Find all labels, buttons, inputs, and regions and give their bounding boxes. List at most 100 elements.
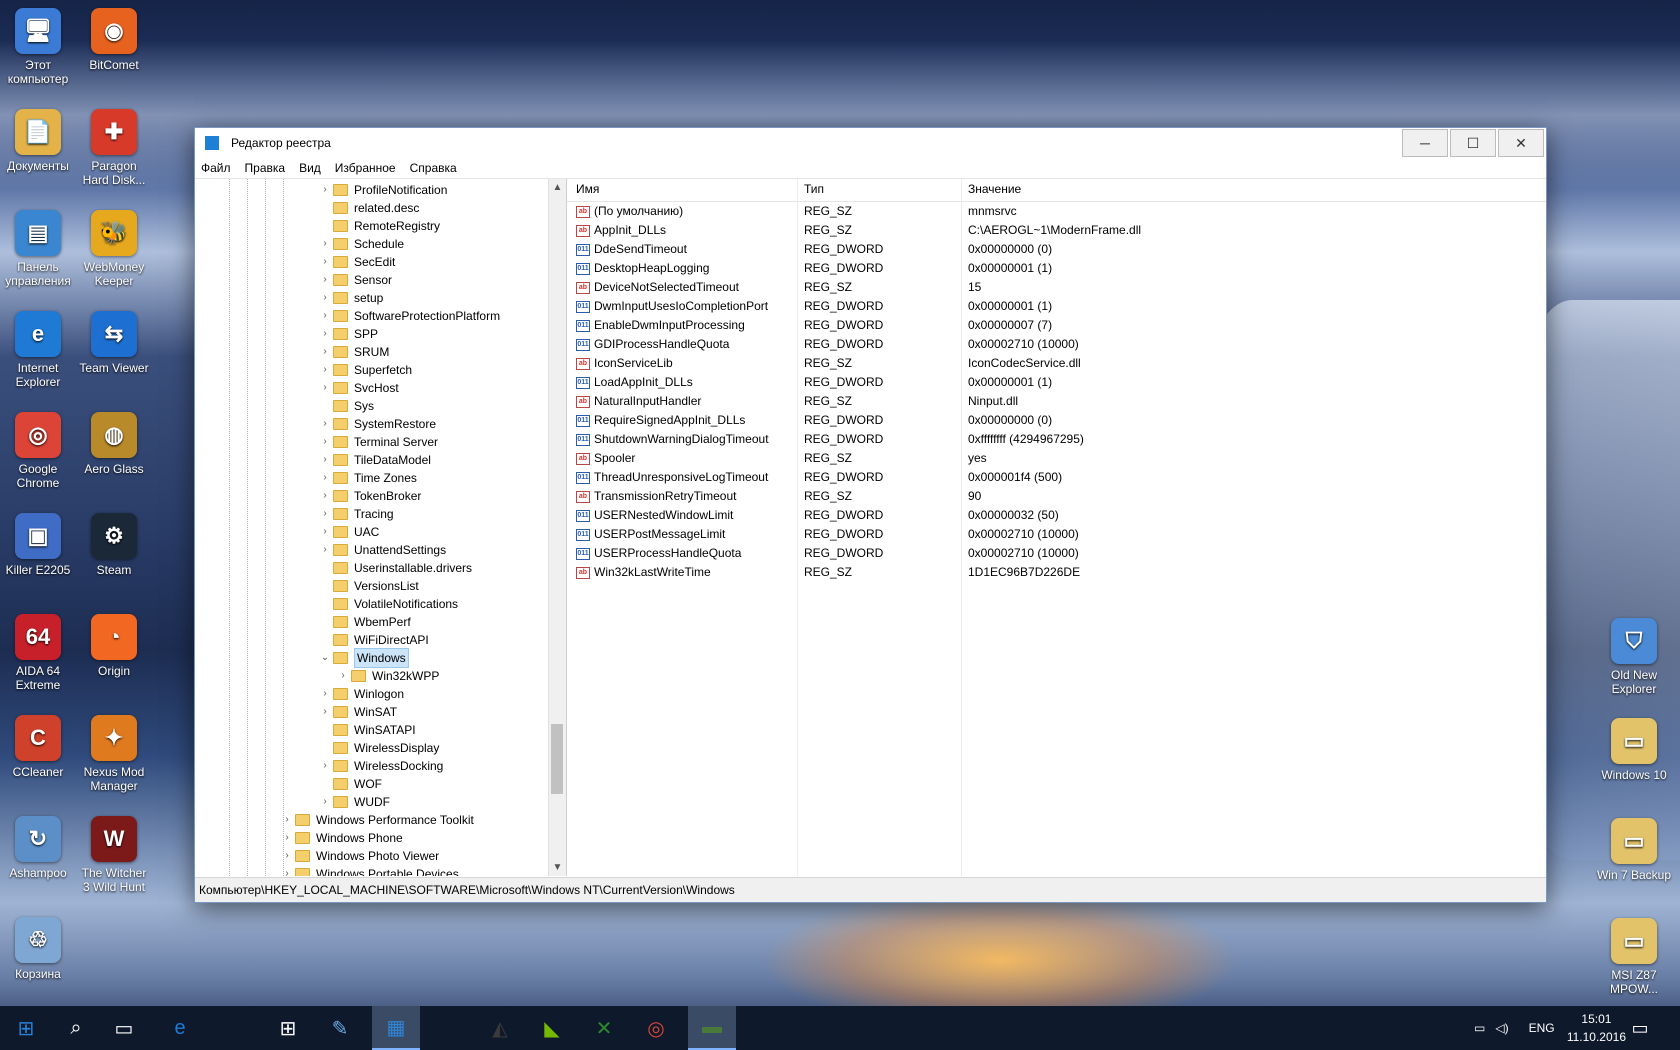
chevron-right-icon[interactable]: ›	[281, 868, 293, 876]
tree-node[interactable]: › SRUM	[319, 343, 389, 361]
table-row[interactable]: 011 DwmInputUsesIoCompletionPort REG_DWORD…	[567, 297, 1546, 316]
table-row[interactable]: ab AppInit_DLLs REG_SZ C:\AEROGL~1\ModernFr…	[567, 221, 1546, 240]
values-list[interactable]: Имя Тип Значение ab (По умолчанию) REG_SZ m…	[567, 179, 1546, 876]
tree-node[interactable]: Userinstallable.drivers	[319, 559, 472, 577]
table-row[interactable]: 011 USERNestedWindowLimit REG_DWORD 0x00000…	[567, 506, 1546, 525]
chevron-right-icon[interactable]: ›	[281, 814, 293, 826]
tree-node[interactable]: › Windows Photo Viewer	[281, 847, 439, 865]
desktop-icon[interactable]: ◉ BitComet	[76, 8, 152, 72]
chevron-right-icon[interactable]: ›	[319, 706, 331, 718]
desktop-icon[interactable]: ✚ Paragon Hard Disk...	[76, 109, 152, 187]
desktop-icon[interactable]: ↻ Ashampoo	[0, 816, 76, 880]
tree-node[interactable]: › UAC	[319, 523, 379, 541]
desktop-icon[interactable]: ⛉ Old New Explorer	[1596, 618, 1672, 696]
tree-node[interactable]: › UnattendSettings	[319, 541, 446, 559]
regedit-icon[interactable]: ▦	[372, 1006, 420, 1050]
maximize-button[interactable]: ☐	[1450, 129, 1496, 157]
tree-node[interactable]: › SystemRestore	[319, 415, 436, 433]
tree-node[interactable]: › Time Zones	[319, 469, 417, 487]
desktop-icon[interactable]: ✦ Nexus Mod Manager	[76, 715, 152, 793]
table-row[interactable]: ab DeviceNotSelectedTimeout REG_SZ 15	[567, 278, 1546, 297]
tree-node[interactable]: WinSATAPI	[319, 721, 416, 739]
start-icon[interactable]: ⊞	[2, 1006, 50, 1050]
desktop-icon[interactable]: ▭ Win 7 Backup	[1596, 818, 1672, 882]
registry-editor-window[interactable]: Редактор реестра ─ ☐ ✕ Файл Правка Вид И…	[194, 127, 1547, 903]
chevron-right-icon[interactable]: ›	[319, 688, 331, 700]
chevron-right-icon[interactable]: ›	[319, 328, 331, 340]
tree-node[interactable]: › Windows Performance Toolkit	[281, 811, 474, 829]
registry-tree[interactable]: ▲ ▼ › ProfileNotification related.desc Remo…	[195, 179, 567, 876]
tree-node[interactable]: › ProfileNotification	[319, 181, 447, 199]
tree-node[interactable]: › TokenBroker	[319, 487, 421, 505]
table-row[interactable]: ab IconServiceLib REG_SZ IconCodecService.d…	[567, 354, 1546, 373]
desktop-icon[interactable]: ⇆ Team Viewer	[76, 311, 152, 375]
chevron-right-icon[interactable]: ›	[319, 382, 331, 394]
menu-file[interactable]: Файл	[201, 161, 231, 175]
chevron-right-icon[interactable]: ›	[319, 760, 331, 772]
chevron-right-icon[interactable]: ›	[319, 184, 331, 196]
chevron-right-icon[interactable]: ›	[319, 418, 331, 430]
tree-node[interactable]: › Terminal Server	[319, 433, 438, 451]
table-row[interactable]: ab (По умолчанию) REG_SZ mnmsrvc	[567, 202, 1546, 221]
chevron-right-icon[interactable]: ›	[319, 508, 331, 520]
desktop-icon[interactable]: ▭ Windows 10	[1596, 718, 1672, 782]
chevron-right-icon[interactable]: ›	[319, 490, 331, 502]
tree-node[interactable]: › Tracing	[319, 505, 393, 523]
close-button[interactable]: ✕	[1498, 129, 1544, 157]
desktop-icon[interactable]: e Internet Explorer	[0, 311, 76, 389]
tree-node[interactable]: › SoftwareProtectionPlatform	[319, 307, 500, 325]
tree-node[interactable]: › Win32kWPP	[337, 667, 439, 685]
desktop-icon[interactable]: ◎ Google Chrome	[0, 412, 76, 490]
tree-node[interactable]: › SecEdit	[319, 253, 395, 271]
table-row[interactable]: 011 USERProcessHandleQuota REG_DWORD 0x0000…	[567, 544, 1546, 563]
table-row[interactable]: 011 GDIProcessHandleQuota REG_DWORD 0x00002…	[567, 335, 1546, 354]
chevron-right-icon[interactable]: ›	[319, 346, 331, 358]
chevron-right-icon[interactable]: ›	[281, 832, 293, 844]
tree-node[interactable]: › Windows Phone	[281, 829, 402, 847]
nvidia-icon[interactable]: ◣	[528, 1006, 576, 1050]
table-row[interactable]: 011 DesktopHeapLogging REG_DWORD 0x00000001…	[567, 259, 1546, 278]
desktop-icon[interactable]: ▭ MSI Z87 MPOW...	[1596, 918, 1672, 996]
chrome-icon[interactable]: ◎	[632, 1006, 680, 1050]
desktop-icon[interactable]: ♲ Корзина	[0, 917, 76, 981]
tree-node[interactable]: ⌄ Windows	[319, 648, 409, 668]
table-row[interactable]: ab Win32kLastWriteTime REG_SZ 1D1EC96B7D226…	[567, 563, 1546, 582]
tree-node[interactable]: › Winlogon	[319, 685, 404, 703]
table-row[interactable]: 011 ThreadUnresponsiveLogTimeout REG_DWORD…	[567, 468, 1546, 487]
tree-scroll-thumb[interactable]	[551, 724, 563, 794]
search-icon[interactable]: ⌕	[52, 1006, 100, 1050]
usb-icon[interactable]: ▬	[688, 1006, 736, 1050]
tree-node[interactable]: › WinSAT	[319, 703, 397, 721]
table-row[interactable]: ab Spooler REG_SZ yes	[567, 449, 1546, 468]
chevron-right-icon[interactable]: ›	[319, 256, 331, 268]
hwinfo-icon[interactable]: ◭	[476, 1006, 524, 1050]
menu-help[interactable]: Справка	[410, 161, 457, 175]
volume-icon[interactable]: ◁)	[1495, 1021, 1508, 1035]
tree-node[interactable]: WbemPerf	[319, 613, 411, 631]
menu-view[interactable]: Вид	[299, 161, 321, 175]
chevron-right-icon[interactable]: ›	[319, 274, 331, 286]
chevron-right-icon[interactable]: ›	[319, 310, 331, 322]
chevron-right-icon[interactable]: ›	[319, 238, 331, 250]
desktop-icon[interactable]: ⚙ Steam	[76, 513, 152, 577]
minimize-button[interactable]: ─	[1402, 129, 1448, 157]
chevron-right-icon[interactable]: ›	[319, 526, 331, 538]
tree-node[interactable]: VersionsList	[319, 577, 419, 595]
tree-node[interactable]: › WUDF	[319, 793, 390, 811]
chevron-right-icon[interactable]: ›	[319, 292, 331, 304]
table-row[interactable]: 011 DdeSendTimeout REG_DWORD 0x00000000 (0)	[567, 240, 1546, 259]
desktop-icon[interactable]: C CCleaner	[0, 715, 76, 779]
clock[interactable]: 15:01 11.10.2016	[1567, 1010, 1626, 1046]
tree-node[interactable]: WirelessDisplay	[319, 739, 439, 757]
chevron-right-icon[interactable]: ›	[319, 364, 331, 376]
table-row[interactable]: 011 ShutdownWarningDialogTimeout REG_DWORD…	[567, 430, 1546, 449]
control-panel-icon[interactable]	[424, 1006, 472, 1050]
file-explorer-icon[interactable]	[212, 1006, 260, 1050]
chevron-right-icon[interactable]: ›	[337, 670, 349, 682]
tree-node[interactable]: › SvcHost	[319, 379, 398, 397]
menu-favorites[interactable]: Избранное	[335, 161, 396, 175]
chevron-right-icon[interactable]: ›	[319, 454, 331, 466]
store-icon[interactable]: ⊞	[264, 1006, 312, 1050]
tree-node[interactable]: VolatileNotifications	[319, 595, 458, 613]
tree-node[interactable]: › Schedule	[319, 235, 404, 253]
